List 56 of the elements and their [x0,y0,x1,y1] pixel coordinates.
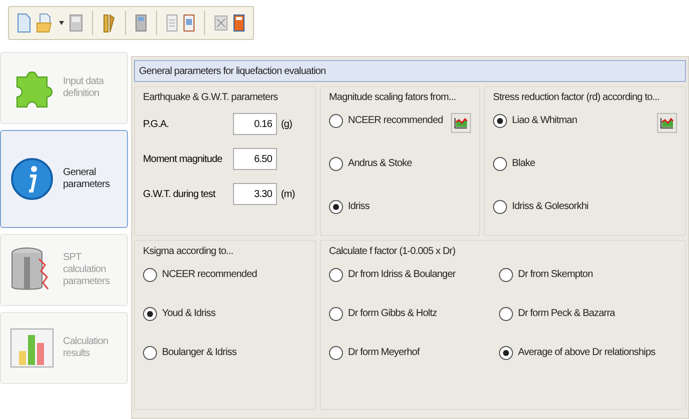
radio-button[interactable] [493,114,507,128]
radio-option[interactable]: Blake [493,156,657,171]
radio-option[interactable]: Liao & Whitman [493,113,657,128]
radio-option[interactable]: Idriss [329,199,451,214]
panel-header: General parameters for liquefaction evaluation [134,60,686,82]
radio-button[interactable] [143,306,157,320]
radio-button[interactable] [493,156,507,170]
unit-label: (g) [281,118,292,132]
chart-button[interactable] [657,113,677,133]
radio-button[interactable] [499,306,513,320]
radio-option[interactable]: Dr from Skempton [499,267,677,282]
input-field[interactable]: 0.16 [233,113,277,135]
radio-option[interactable]: NCEER recommended [143,267,307,282]
calculator-icon[interactable] [135,14,147,32]
radio-option[interactable]: Andrus & Stoke [329,156,451,171]
input-field[interactable]: 6.50 [233,148,277,170]
radio-button[interactable] [329,114,343,128]
radio-option[interactable]: Dr form Meyerhof [329,345,499,360]
group-title: Calculate f factor (1-0.005 x Dr) [329,245,456,259]
radio-button[interactable] [329,200,343,214]
report-icon[interactable] [233,14,245,32]
group-title: Ksigma according to... [143,245,234,259]
radio-option[interactable]: NCEER recommended [329,113,451,128]
group-title: Magnitude scaling fators from... [329,91,456,105]
radio-button[interactable] [329,346,343,360]
radio-button[interactable] [143,346,157,360]
radio-option[interactable]: Dr from Idriss & Boulanger [329,267,499,282]
field-label: P.G.A. [143,118,170,132]
radio-button[interactable] [499,346,513,360]
chart-button[interactable] [451,113,471,133]
radio-button[interactable] [329,306,343,320]
input-field[interactable]: 3.30 [233,183,277,205]
radio-option[interactable]: Boulanger & Idriss [143,345,307,360]
new-document-icon[interactable] [17,13,31,33]
sidebar-item[interactable]: General parameters [0,130,128,228]
radio-button[interactable] [143,268,157,282]
unit-label: (m) [281,188,295,202]
radio-option[interactable]: Youd & Idriss [143,306,307,321]
area-chart-icon [660,117,674,129]
radio-button[interactable] [329,268,343,282]
radio-button[interactable] [493,200,507,214]
radio-option[interactable]: Dr form Gibbs & Holtz [329,306,499,321]
group-title: Earthquake & G.W.T. parameters [143,91,278,105]
group-title: Stress reduction factor (rd) according to... [493,91,660,105]
radio-option[interactable]: Average of above Dr relationships [499,345,677,360]
radio-option[interactable]: Idriss & Golesorkhi [493,199,657,214]
info-icon [9,156,55,202]
open-folder-icon[interactable] [36,13,54,33]
book-icon[interactable] [183,14,195,32]
area-chart-icon [454,117,468,129]
radio-option[interactable]: Dr form Peck & Bazarra [499,306,677,321]
field-label: G.W.T. during test [143,188,217,202]
dropdown-arrow-icon[interactable] [59,21,64,25]
radio-button[interactable] [499,268,513,282]
radio-button[interactable] [329,156,343,170]
field-label: Moment magnitude [143,152,224,166]
